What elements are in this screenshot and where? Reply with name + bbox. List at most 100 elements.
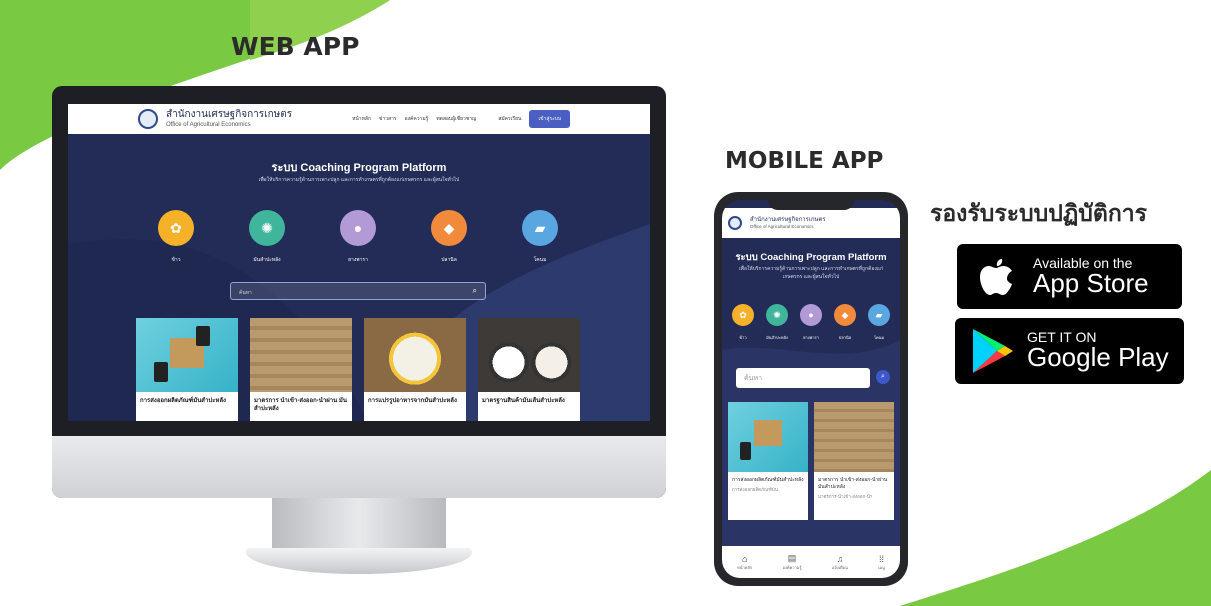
- book-icon: ▤: [787, 553, 797, 563]
- category-cassava[interactable]: ✺ มันสำปะหลัง: [249, 210, 285, 264]
- web-app-heading: WEB APP: [231, 32, 360, 61]
- site-nav: หน้าหลัก ข่าวสาร องค์ความรู้ ทดสอบผู้เชี…: [352, 115, 476, 123]
- category-rubber[interactable]: ● ยางพารา: [340, 210, 376, 264]
- article-image: [814, 402, 894, 472]
- apple-icon: [980, 258, 1012, 295]
- cow-icon: ▰: [868, 304, 890, 326]
- category-label: มันสำปะหลัง: [766, 335, 788, 340]
- google-play-icon: [973, 329, 1013, 373]
- article-subtitle: การส่งออกผลิตภัณฑ์มัน: [732, 487, 778, 492]
- site-header: สำนักงานเศรษฐกิจการเกษตร Office of Agric…: [68, 104, 650, 134]
- category-label: มันสำปะหลัง: [253, 257, 281, 263]
- article-subtitle: มาตรการ-นำเข้า-ส่งออก-นำ: [818, 494, 873, 499]
- tab-label: องค์ความรู้: [782, 565, 802, 570]
- google-play-badge[interactable]: GET IT ON Google Play: [955, 318, 1184, 384]
- mobile-brand[interactable]: สำนักงานเศรษฐกิจการเกษตร Office of Agric…: [750, 217, 826, 230]
- nav-knowledge[interactable]: องค์ความรู้: [405, 115, 429, 123]
- article-title: การส่งออกผลิตภัณฑ์มันสำปะหลัง: [140, 398, 226, 404]
- category-list: ✿ ข้าว ✺ มันสำปะหลัง ● ยางพารา ◆ ปลานิล …: [158, 210, 558, 264]
- home-icon: ⌂: [741, 553, 748, 564]
- grid-menu-icon: ⁞⁞: [878, 553, 884, 564]
- login-button[interactable]: เข้าสู่ระบบ: [529, 110, 571, 128]
- article-card[interactable]: มาตรฐานสินค้ามันเส้นสำปะหลัง: [478, 318, 580, 421]
- package-icon: [740, 420, 782, 460]
- promo-canvas: WEB APP MOBILE APP รองรับระบบปฏิบัติการ …: [0, 0, 1211, 606]
- article-title: การส่งออกผลิตภัณฑ์มันสำปะหลัง: [732, 477, 804, 483]
- article-title: การแปรรูปอาหารจากมันสำปะหลัง: [368, 398, 457, 404]
- mobile-platform-title: ระบบ Coaching Program Platform: [735, 252, 887, 263]
- mobile-header: สำนักงานเศรษฐกิจการเกษตร Office of Agric…: [722, 208, 900, 238]
- rubber-icon: ●: [800, 304, 822, 326]
- package-icon: [154, 326, 210, 382]
- rice-icon: ✿: [158, 210, 194, 246]
- category-tilapia[interactable]: ◆ ปลานิล: [832, 304, 858, 341]
- category-rubber[interactable]: ● ยางพารา: [798, 304, 824, 341]
- tab-home[interactable]: ⌂ หน้าหลัก: [737, 554, 752, 571]
- search-placeholder: ค้นหา: [239, 290, 252, 296]
- article-card[interactable]: มาตรการ นำเข้า-ส่งออก-นำผ่าน มันสำปะหลัง…: [814, 402, 894, 520]
- category-label: โคนม: [873, 335, 885, 340]
- org-name-en: Office of Agricultural Economics: [750, 223, 814, 229]
- org-name-en: Office of Agricultural Economics: [166, 122, 251, 128]
- mobile-category-list: ✿ ข้าว ✺ มันสำปะหลัง ● ยางพารา ◆ ปลานิล …: [730, 304, 892, 341]
- cow-icon: ▰: [522, 210, 558, 246]
- mobile-platform-subtitle: เพื่อให้บริการความรู้ด้านการเพาะปลูก และ…: [738, 266, 884, 280]
- article-card[interactable]: การส่งออกผลิตภัณฑ์มันสำปะหลัง การส่งออกผ…: [728, 402, 808, 520]
- category-dairy[interactable]: ▰ โคนม: [866, 304, 892, 341]
- tab-label: หน้าหลัก: [737, 564, 753, 570]
- category-tilapia[interactable]: ◆ ปลานิล: [431, 210, 467, 264]
- article-image: [136, 318, 238, 392]
- article-card[interactable]: การส่งออกผลิตภัณฑ์มันสำปะหลัง: [136, 318, 238, 421]
- nav-expert-test[interactable]: ทดสอบผู้เชี่ยวชาญ: [436, 115, 476, 123]
- site-brand[interactable]: สำนักงานเศรษฐกิจการเกษตร Office of Agric…: [166, 109, 293, 129]
- search-input[interactable]: ค้นหา ⌕: [230, 282, 486, 300]
- platform-subtitle: เพื่อให้บริการความรู้ด้านการเพาะปลูก และ…: [258, 177, 460, 183]
- article-image: [250, 318, 352, 392]
- category-dairy[interactable]: ▰ โคนม: [522, 210, 558, 264]
- category-rice[interactable]: ✿ ข้าว: [730, 304, 756, 341]
- article-title: มาตรการ นำเข้า-ส่งออก-นำผ่าน มันสำปะหลัง: [818, 477, 888, 490]
- article-card[interactable]: การแปรรูปอาหารจากมันสำปะหลัง: [364, 318, 466, 421]
- category-label: ปลานิล: [441, 257, 457, 263]
- category-label: โคนม: [533, 257, 547, 263]
- article-image: [364, 318, 466, 392]
- article-card[interactable]: มาตรการ นำเข้า-ส่งออก-นำผ่าน มันสำปะหลัง: [250, 318, 352, 421]
- cassava-icon: ✺: [766, 304, 788, 326]
- mobile-article-cards: การส่งออกผลิตภัณฑ์มันสำปะหลัง การส่งออกผ…: [728, 402, 894, 520]
- article-cards: การส่งออกผลิตภัณฑ์มันสำปะหลัง มาตรการ นำ…: [136, 318, 580, 421]
- category-label: ข้าว: [171, 257, 181, 263]
- nav-news[interactable]: ข่าวสาร: [379, 115, 397, 123]
- nav-home[interactable]: หน้าหลัก: [352, 115, 371, 123]
- rice-icon: ✿: [732, 304, 754, 326]
- oae-logo-icon: [728, 216, 742, 230]
- search-icon[interactable]: ⌕: [876, 370, 890, 384]
- oae-logo-icon: [138, 109, 158, 129]
- green-swoosh-bottom: [900, 470, 1211, 606]
- org-name-th: สำนักงานเศรษฐกิจการเกษตร: [166, 109, 293, 120]
- category-rice[interactable]: ✿ ข้าว: [158, 210, 194, 264]
- app-store-big-text: App Store: [1033, 267, 1149, 298]
- register-link[interactable]: สมัครเรียน: [498, 115, 521, 123]
- tab-knowledge[interactable]: ▤ องค์ความรู้: [783, 553, 802, 571]
- rubber-icon: ●: [340, 210, 376, 246]
- search-icon[interactable]: ⌕: [473, 286, 477, 296]
- tab-label: เมนู: [878, 564, 885, 570]
- app-store-badge[interactable]: Available on the App Store: [957, 244, 1182, 309]
- web-app-screen: สำนักงานเศรษฐกิจการเกษตร Office of Agric…: [68, 104, 650, 421]
- article-image: [478, 318, 580, 392]
- category-cassava[interactable]: ✺ มันสำปะหลัง: [764, 304, 790, 341]
- article-image: [728, 402, 808, 472]
- tab-notifications[interactable]: ♫ แจ้งเตือน: [832, 554, 848, 571]
- monitor-chin: [52, 436, 666, 498]
- google-play-big-text: Google Play: [1027, 342, 1169, 373]
- search-placeholder: ค้นหา: [744, 375, 763, 382]
- tab-menu[interactable]: ⁞⁞ เมนู: [878, 554, 885, 571]
- mobile-tab-bar: ⌂ หน้าหลัก ▤ องค์ความรู้ ♫ แจ้งเตือน ⁞⁞ เมนู: [722, 546, 900, 578]
- article-title: มาตรฐานสินค้ามันเส้นสำปะหลัง: [482, 398, 565, 404]
- mobile-app-heading: MOBILE APP: [725, 148, 884, 174]
- supported-os-heading: รองรับระบบปฏิบัติการ: [930, 201, 1148, 227]
- bell-icon: ♫: [836, 553, 844, 564]
- cassava-icon: ✺: [249, 210, 285, 246]
- article-title: มาตรการ นำเข้า-ส่งออก-นำผ่าน มันสำปะหลัง: [254, 398, 347, 412]
- mobile-search-input[interactable]: ค้นหา: [736, 368, 870, 388]
